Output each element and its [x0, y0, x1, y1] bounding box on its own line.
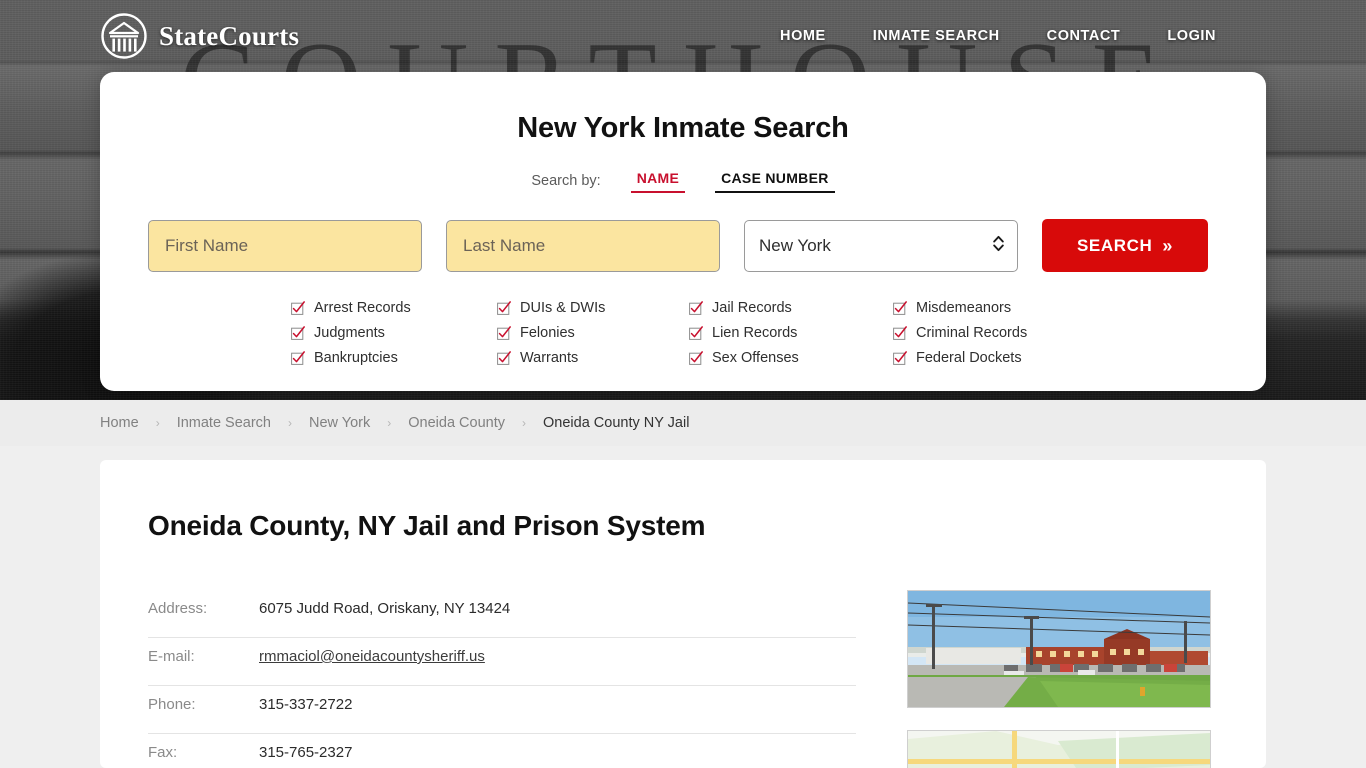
last-name-input[interactable]	[446, 219, 720, 272]
double-chevron-right-icon: »	[1162, 235, 1173, 256]
checkbox-checked-icon	[497, 326, 511, 340]
email-link[interactable]: rmmaciol@oneidacountysheriff.us	[259, 648, 485, 665]
record-type-item[interactable]: Felonies	[497, 325, 689, 341]
checkbox-checked-icon	[291, 301, 305, 315]
facility-map[interactable]	[907, 730, 1211, 768]
record-type-label: Bankruptcies	[314, 350, 398, 366]
checkbox-checked-icon	[689, 326, 703, 340]
facility-media	[907, 590, 1211, 768]
facility-photo	[907, 590, 1211, 708]
record-type-label: Misdemeanors	[916, 300, 1012, 316]
record-type-label: Federal Dockets	[916, 350, 1022, 366]
chevron-right-icon: ›	[155, 416, 160, 430]
checkbox-checked-icon	[689, 351, 703, 365]
breadcrumb-item-home[interactable]: Home	[100, 415, 139, 431]
checkbox-checked-icon	[497, 351, 511, 365]
tab-case-number[interactable]: CASE NUMBER	[715, 169, 835, 193]
nav-contact[interactable]: CONTACT	[1047, 28, 1121, 44]
record-type-label: DUIs & DWIs	[520, 300, 606, 316]
checkbox-checked-icon	[689, 301, 703, 315]
search-card-title: New York Inmate Search	[517, 112, 849, 144]
detail-value: 315-337-2722	[259, 685, 856, 734]
breadcrumb: Home › Inmate Search › New York › Oneida…	[0, 400, 1366, 446]
nav-home[interactable]: HOME	[780, 28, 826, 44]
record-type-item[interactable]: DUIs & DWIs	[497, 300, 689, 316]
first-name-input[interactable]	[148, 219, 422, 272]
detail-label: Address:	[148, 590, 259, 638]
record-type-item[interactable]: Jail Records	[689, 300, 893, 316]
chevron-right-icon: ›	[288, 416, 292, 430]
record-type-item[interactable]: Misdemeanors	[893, 300, 1093, 316]
record-type-list: Arrest Records DUIs & DWIs Jail Records …	[148, 300, 1218, 366]
nav-login[interactable]: LOGIN	[1167, 28, 1216, 44]
search-form: New York SEARCH »	[148, 219, 1218, 272]
facility-body: Address: 6075 Judd Road, Oriskany, NY 13…	[148, 590, 1218, 768]
record-type-item[interactable]: Bankruptcies	[291, 350, 497, 366]
main-navigation: HOME INMATE SEARCH CONTACT LOGIN	[780, 28, 1216, 44]
facility-card: Oneida County, NY Jail and Prison System…	[100, 460, 1266, 768]
search-by-row: Search by: NAME CASE NUMBER	[148, 169, 1218, 193]
detail-label: E-mail:	[148, 637, 259, 686]
detail-label: Fax:	[148, 733, 259, 768]
checkbox-checked-icon	[291, 326, 305, 340]
record-type-label: Judgments	[314, 325, 385, 341]
record-type-item[interactable]: Judgments	[291, 325, 497, 341]
search-by-label: Search by:	[531, 173, 601, 189]
record-type-item[interactable]: Warrants	[497, 350, 689, 366]
record-type-item[interactable]: Sex Offenses	[689, 350, 893, 366]
checkbox-checked-icon	[893, 351, 907, 365]
record-type-label: Felonies	[520, 325, 575, 341]
site-header: StateCourts HOME INMATE SEARCH CONTACT L…	[0, 0, 1366, 72]
facility-details-table: Address: 6075 Judd Road, Oriskany, NY 13…	[148, 590, 856, 768]
state-select-wrapper: New York	[744, 219, 1018, 272]
detail-value: 6075 Judd Road, Oriskany, NY 13424	[259, 590, 856, 638]
record-type-item[interactable]: Criminal Records	[893, 325, 1093, 341]
page-title: Oneida County, NY Jail and Prison System	[148, 510, 706, 541]
breadcrumb-item-new-york[interactable]: New York	[309, 415, 370, 431]
table-row: Phone: 315-337-2722	[148, 685, 856, 734]
hero-banner: COURTHOUSE StateCourts HOME INMATE S	[0, 0, 1366, 400]
main-content: Oneida County, NY Jail and Prison System…	[0, 446, 1366, 768]
site-logo[interactable]: StateCourts	[100, 12, 299, 60]
record-type-label: Lien Records	[712, 325, 798, 341]
checkbox-checked-icon	[291, 351, 305, 365]
record-type-item[interactable]: Federal Dockets	[893, 350, 1093, 366]
breadcrumb-item-inmate-search[interactable]: Inmate Search	[177, 415, 271, 431]
search-button[interactable]: SEARCH »	[1042, 219, 1208, 272]
checkbox-checked-icon	[893, 326, 907, 340]
record-type-item[interactable]: Lien Records	[689, 325, 893, 341]
detail-value: rmmaciol@oneidacountysheriff.us	[259, 637, 856, 686]
search-button-label: SEARCH	[1076, 235, 1153, 255]
table-row: E-mail: rmmaciol@oneidacountysheriff.us	[148, 637, 856, 686]
record-type-label: Jail Records	[712, 300, 792, 316]
breadcrumb-item-current: Oneida County NY Jail	[543, 415, 690, 431]
record-type-label: Warrants	[520, 350, 579, 366]
record-type-label: Sex Offenses	[712, 350, 799, 366]
checkbox-checked-icon	[497, 301, 511, 315]
record-type-item[interactable]: Arrest Records	[291, 300, 497, 316]
chevron-right-icon: ›	[522, 416, 526, 430]
chevron-right-icon: ›	[387, 416, 392, 430]
detail-value: 315-765-2327	[259, 733, 856, 768]
state-select[interactable]: New York	[744, 219, 1018, 272]
inmate-search-card: New York Inmate Search Search by: NAME C…	[100, 72, 1266, 391]
record-type-label: Arrest Records	[314, 300, 411, 316]
tab-name[interactable]: NAME	[630, 169, 686, 193]
table-row: Fax: 315-765-2327	[148, 733, 856, 768]
record-type-label: Criminal Records	[916, 325, 1028, 341]
breadcrumb-item-oneida-county[interactable]: Oneida County	[408, 415, 505, 431]
nav-inmate-search[interactable]: INMATE SEARCH	[873, 28, 1000, 44]
courthouse-circle-icon	[100, 12, 148, 60]
detail-label: Phone:	[148, 685, 259, 734]
table-row: Address: 6075 Judd Road, Oriskany, NY 13…	[148, 590, 856, 638]
brand-name: StateCourts	[159, 20, 300, 51]
checkbox-checked-icon	[893, 301, 907, 315]
